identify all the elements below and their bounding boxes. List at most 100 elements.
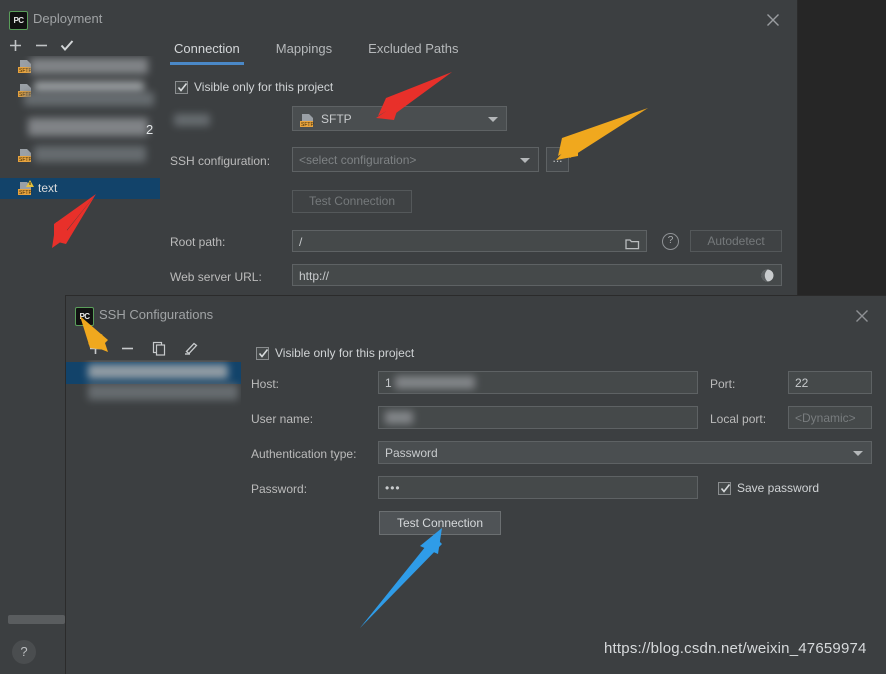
authentication-type-label: Authentication type: [251,447,357,461]
sftp-icon: SFTP [17,180,34,196]
remove-button[interactable] [116,337,138,359]
tab-bar: Connection Mappings Excluded Paths [170,41,463,65]
pycharm-icon: PC [75,307,94,326]
list-item[interactable] [66,362,241,384]
list-item[interactable] [66,384,241,406]
host-value: 1 [385,376,392,390]
deployment-test-connection-label: Test Connection [308,194,396,208]
ssh-title: SSH Configurations [99,307,214,322]
deployment-toolbar [4,34,78,56]
sftp-icon: SFTP [299,112,316,136]
list-item[interactable]: SFTP [0,80,160,106]
ssh-configuration-combo[interactable]: <select configuration> [292,147,539,172]
port-label: Port: [710,377,736,391]
tab-excluded-paths-label: Excluded Paths [368,41,459,56]
type-label-redacted [174,114,210,126]
web-server-url-value: http:// [299,269,330,283]
save-password-label: Save password [737,481,820,495]
watermark: https://blog.csdn.net/weixin_47659974 [604,640,867,657]
ssh-configuration-label: SSH configuration: [170,154,271,168]
autodetect-button[interactable]: Autodetect [690,230,782,252]
help-button-label: ? [20,644,28,659]
tab-connection-label: Connection [174,41,240,56]
chevron-down-icon [520,157,530,163]
tab-excluded-paths[interactable]: Excluded Paths [364,41,462,56]
local-port-value: <Dynamic> [795,411,856,425]
svg-text:SFTP: SFTP [19,190,32,196]
chevron-down-icon [488,116,498,122]
host-label: Host: [251,377,280,391]
list-item[interactable]: SFTP [0,56,160,78]
tab-mappings-label: Mappings [275,41,333,56]
host-input[interactable]: 1 [378,371,698,394]
ssh-test-connection-button[interactable]: Test Connection [379,511,501,535]
authentication-type-value: Password [385,446,438,460]
list-badge: 2 [146,122,154,137]
ssh-configuration-browse-label: ... [552,151,563,165]
root-path-input[interactable]: / [292,230,647,252]
user-name-label: User name: [251,412,314,426]
password-value: ••• [385,481,401,495]
ssh-configurations-dialog: PC SSH Configurations Visible only for t… [66,296,886,674]
save-password-checkbox[interactable] [718,482,731,495]
visible-only-checkbox[interactable] [175,81,188,94]
ssh-configuration-placeholder: <select configuration> [299,153,417,167]
help-icon[interactable]: ? [662,233,679,250]
ssh-configuration-browse-button[interactable]: ... [546,147,569,172]
local-port-label: Local port: [710,412,767,426]
ssh-visible-only-checkbox[interactable] [256,347,269,360]
add-button[interactable] [4,34,26,56]
sftp-icon: SFTP [17,148,34,163]
list-item[interactable]: SFTP [0,146,160,168]
tab-connection[interactable]: Connection [170,41,244,65]
deployment-titlebar: PC Deployment [0,0,797,40]
ssh-visible-only-label: Visible only for this project [275,346,415,360]
port-input[interactable]: 22 [788,371,872,394]
pycharm-icon: PC [9,11,28,30]
add-button[interactable] [84,337,106,359]
local-port-input[interactable]: <Dynamic> [788,406,872,429]
deployment-dialog: PC Deployment SFTP 2 SFTP SFTP text Conn… [0,0,797,624]
password-label: Password: [251,482,308,496]
deployment-title: Deployment [33,11,103,26]
password-input[interactable]: ••• [378,476,698,499]
ssh-test-connection-label: Test Connection [396,516,484,530]
folder-icon[interactable] [625,235,640,251]
horizontal-scrollbar[interactable] [8,615,65,624]
tab-mappings[interactable]: Mappings [272,41,336,56]
screen: PC Deployment SFTP 2 SFTP SFTP text Conn… [0,0,886,674]
port-value: 22 [795,376,809,390]
user-name-value-redacted [385,411,413,424]
pencil-icon[interactable] [180,337,202,359]
root-path-value: / [299,235,303,249]
authentication-type-combo[interactable]: Password [378,441,872,464]
ssh-config-list[interactable] [66,360,241,420]
list-item[interactable]: 2 [0,118,160,140]
help-button[interactable]: ? [12,640,36,664]
user-name-input[interactable] [378,406,698,429]
host-value-redacted [395,376,475,389]
svg-text:SFTP: SFTP [301,122,314,128]
chevron-down-icon [853,450,863,456]
svg-text:SFTP: SFTP [19,157,32,163]
use-as-default-button[interactable] [56,34,78,56]
copy-icon[interactable] [148,337,170,359]
close-icon[interactable] [838,296,886,336]
list-item-label: text [38,181,58,195]
ssh-titlebar: PC SSH Configurations [66,296,886,336]
autodetect-label: Autodetect [707,234,765,248]
root-path-label: Root path: [170,235,226,249]
server-list[interactable]: SFTP SFTP 2 SFTP [0,56,160,201]
globe-icon[interactable] [760,268,775,285]
web-server-url-label: Web server URL: [170,270,262,284]
ssh-toolbar [84,337,202,359]
tab-active-indicator [170,62,244,65]
list-item-text[interactable]: SFTP text [0,178,160,199]
remove-button[interactable] [30,34,52,56]
visible-only-label: Visible only for this project [194,80,334,94]
connection-type-value: SFTP [321,112,352,126]
connection-type-combo[interactable]: SFTP SFTP [292,106,507,131]
deployment-test-connection-button[interactable]: Test Connection [292,190,412,213]
web-server-url-input[interactable]: http:// [292,264,782,286]
close-icon[interactable] [749,0,797,40]
